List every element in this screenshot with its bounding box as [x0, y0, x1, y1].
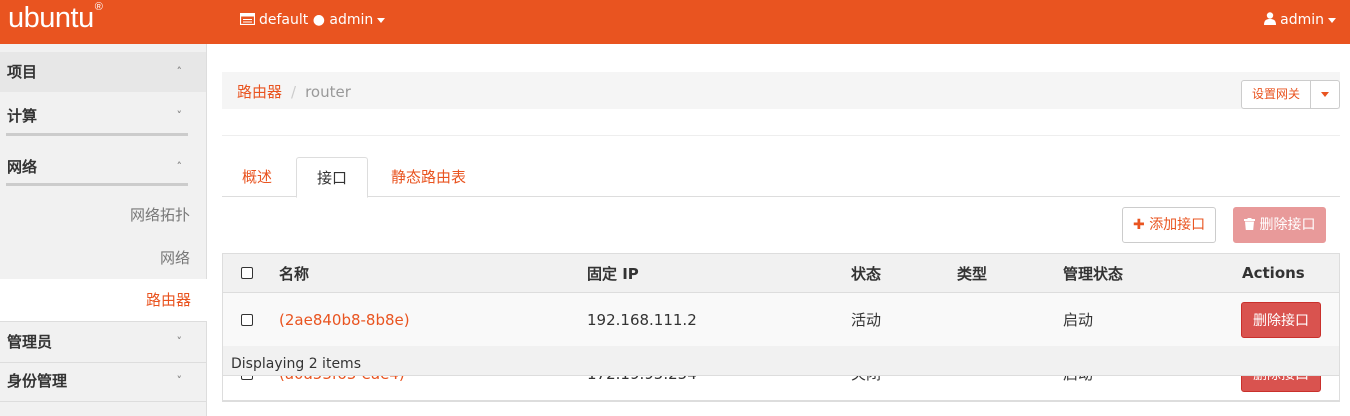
section-underline	[6, 133, 188, 136]
sidebar-item-networks[interactable]: 网络	[0, 237, 206, 279]
chevron-down-icon: ˅	[176, 374, 183, 387]
tab-static-routes[interactable]: 静态路由表	[371, 157, 486, 197]
sidebar-section-project[interactable]: 项目 ˄	[0, 52, 206, 92]
caret-down-icon	[1321, 92, 1329, 97]
column-header-type[interactable]: 类型	[957, 254, 987, 292]
ubuntu-logo[interactable]: ubuntu®	[8, 1, 103, 35]
breadcrumb-link-routers[interactable]: 路由器	[237, 83, 282, 101]
row-checkbox[interactable]	[241, 313, 253, 326]
sidebar: 项目 ˄ 计算 ˅ 网络 ˄ 网络拓扑 网络 路由器 管理员 ˅ 身份管理 ˅	[0, 44, 207, 416]
breadcrumb-bar: 路由器 / router	[222, 72, 1340, 109]
status-cell: 活动	[851, 311, 882, 329]
sidebar-section-label: 管理员	[7, 333, 53, 351]
select-all-checkbox[interactable]	[241, 267, 253, 279]
sidebar-item-label: 网络拓扑	[129, 206, 190, 224]
tab-overview[interactable]: 概述	[222, 157, 292, 197]
add-interface-button[interactable]: ✚ 添加接口	[1122, 207, 1217, 243]
chevron-up-icon: ˄	[176, 65, 183, 78]
chevron-down-icon: ˅	[176, 335, 183, 348]
divider	[0, 401, 206, 402]
breadcrumb: 路由器 / router	[237, 81, 351, 102]
chevron-down-icon: ˅	[176, 109, 183, 122]
logo-registered-mark: ®	[94, 1, 103, 14]
column-header-status[interactable]: 状态	[851, 254, 881, 292]
sidebar-section-label: 身份管理	[7, 372, 68, 390]
sidebar-section-identity[interactable]: 身份管理 ˅	[0, 361, 206, 401]
column-header-fixed-ip[interactable]: 固定 IP	[587, 254, 639, 292]
section-underline	[6, 183, 188, 186]
sidebar-item-network-topology[interactable]: 网络拓扑	[0, 194, 206, 236]
table-footer-count: Displaying 2 items	[231, 356, 361, 372]
delete-interface-button[interactable]: 删除接口	[1241, 301, 1321, 338]
table-header-row: 名称 固定 IP 状态 类型 管理状态 Actions	[223, 254, 1339, 293]
user-menu[interactable]: admin	[1264, 12, 1336, 28]
chevron-down-icon	[377, 17, 386, 23]
interface-name-link[interactable]: (2ae840b8-8b8e)	[279, 293, 410, 346]
user-menu-label: admin	[1280, 12, 1324, 28]
column-header-actions: Actions	[1242, 264, 1305, 282]
set-gateway-button[interactable]: 设置网关	[1242, 81, 1311, 108]
divider	[222, 135, 1340, 136]
add-interface-label: 添加接口	[1149, 217, 1206, 233]
top-navbar: ubuntu® default ● admin admin	[0, 0, 1350, 44]
column-header-admin-state[interactable]: 管理状态	[1063, 254, 1123, 292]
sidebar-section-network[interactable]: 网络 ˄	[0, 147, 206, 187]
sidebar-item-label: 网络	[159, 249, 190, 267]
chevron-up-icon: ˄	[176, 160, 183, 173]
gateway-dropdown-toggle[interactable]	[1311, 81, 1339, 108]
sidebar-section-label: 项目	[7, 63, 38, 81]
sidebar-section-compute[interactable]: 计算 ˅	[0, 96, 206, 136]
sidebar-section-admin[interactable]: 管理员 ˅	[0, 322, 206, 362]
sidebar-section-label: 网络	[7, 158, 38, 176]
table-footer: Displaying 2 items	[222, 346, 1340, 376]
sidebar-item-routers[interactable]: 路由器	[0, 279, 207, 321]
breadcrumb-separator: /	[291, 83, 297, 101]
project-selector[interactable]: default ● admin	[239, 12, 386, 28]
row-actions-cell: 删除接口	[1241, 293, 1321, 346]
plus-icon: ✚	[1133, 217, 1145, 233]
delete-interfaces-button[interactable]: 删除接口	[1233, 207, 1327, 243]
table-row: (2ae840b8-8b8e) 192.168.111.2 活动 启动 删除接口	[223, 293, 1339, 347]
sidebar-section-label: 计算	[7, 107, 38, 125]
sidebar-item-label: 路由器	[145, 291, 191, 309]
select-all-checkbox-cell	[241, 254, 253, 292]
breadcrumb-current: router	[305, 83, 351, 101]
user-icon	[1264, 12, 1277, 25]
tab-bar: 概述 接口 静态路由表	[222, 157, 1340, 198]
fixed-ip-cell: 192.168.111.2	[587, 310, 697, 329]
delete-interfaces-label: 删除接口	[1259, 217, 1316, 233]
tab-interfaces[interactable]: 接口	[296, 157, 369, 198]
project-selector-label: default ● admin	[259, 12, 374, 28]
admin-state-cell: 启动	[1063, 311, 1094, 329]
set-gateway-button-group: 设置网关	[1240, 80, 1340, 109]
column-header-name[interactable]: 名称	[279, 254, 309, 292]
project-icon	[239, 12, 256, 26]
interfaces-table: 名称 固定 IP 状态 类型 管理状态 Actions (2ae840b8-8b…	[222, 253, 1340, 402]
row-checkbox-cell	[241, 293, 253, 346]
chevron-down-icon	[1328, 17, 1336, 23]
trash-icon	[1244, 218, 1255, 230]
